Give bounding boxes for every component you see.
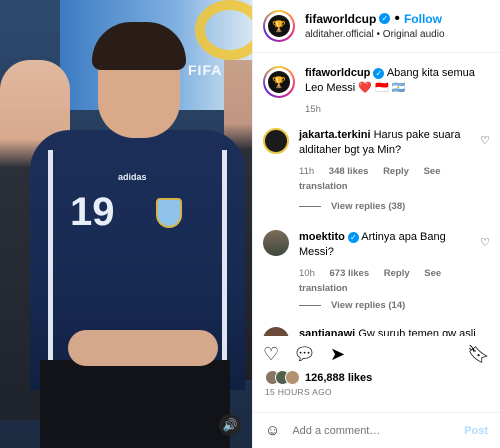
avatar <box>285 370 300 385</box>
brand-logo: adidas <box>118 172 147 182</box>
player-shorts <box>40 360 230 448</box>
avatar[interactable]: 🏆 <box>263 10 295 42</box>
likes-count[interactable]: 126,888 likes <box>305 372 372 384</box>
heart-icon[interactable]: ♡ <box>480 236 490 249</box>
bookmark-icon[interactable]: 🔖︎ <box>467 344 490 365</box>
post-side-panel: 🏆 fifaworldcup ✓ • Follow alditaher.officia… <box>252 0 500 448</box>
comment-username[interactable]: santianawi <box>299 328 355 336</box>
verified-icon: ✓ <box>379 12 391 24</box>
caption-username[interactable]: fifaworldcup <box>305 67 370 79</box>
comment-time: 10h <box>299 268 315 279</box>
avatar[interactable] <box>263 128 289 154</box>
comment-likes[interactable]: 673 likes <box>330 268 370 279</box>
comment-likes[interactable]: 348 likes <box>329 166 369 177</box>
comment-composer: ☺ Post <box>253 412 500 448</box>
comments-list[interactable]: 🏆 fifaworldcup ✓ Abang kita semua Leo Mes… <box>253 54 500 336</box>
player-hands <box>68 330 218 366</box>
heart-icon[interactable]: ♡ <box>480 134 490 147</box>
liker-avatars <box>265 370 300 385</box>
verified-icon: ✓ <box>373 67 385 79</box>
comment-icon[interactable]: 💬︎ <box>293 344 316 365</box>
jersey-stripe <box>48 150 53 360</box>
comment-item: moektito ✓ Artinya apa Bang Messi? 10h 67… <box>253 230 500 296</box>
avatar[interactable] <box>263 230 289 256</box>
action-bar: ♡ 💬︎ ➤ 🔖︎ <box>263 341 490 367</box>
post-timestamp: 15 HOURS AGO <box>265 387 332 397</box>
caption-time: 15h <box>305 104 321 115</box>
jersey-stripe <box>222 150 227 360</box>
comment-time: 11h <box>299 166 315 177</box>
view-replies-button[interactable]: View replies (38) <box>299 201 405 212</box>
instagram-post-view: FIFA 19 adidas 🔊 🏆 fifaworldcup ✓ • Follow … <box>0 0 500 448</box>
post-button[interactable]: Post <box>464 425 488 437</box>
see-translation-button[interactable]: See translation <box>299 166 440 192</box>
avatar[interactable] <box>263 327 289 336</box>
comment-text: Gw suruh temen gw asli <box>358 328 476 336</box>
team-crest <box>156 198 182 228</box>
banner-text: FIFA <box>188 62 223 78</box>
see-translation-button[interactable]: See translation <box>299 268 441 294</box>
post-video[interactable]: FIFA 19 adidas 🔊 <box>0 0 252 448</box>
audio-info[interactable]: alditaher.official • Original audio <box>305 27 445 42</box>
comment-username[interactable]: moektito <box>299 231 345 243</box>
comment-item: jakarta.terkini Harus pake suara alditah… <box>253 128 500 194</box>
view-replies-button[interactable]: View replies (14) <box>299 300 405 311</box>
comment-input[interactable] <box>292 424 453 437</box>
reply-button[interactable]: Reply <box>384 268 410 279</box>
heart-icon[interactable]: ♡ <box>263 344 279 365</box>
verified-icon: ✓ <box>347 231 359 243</box>
post-header: 🏆 fifaworldcup ✓ • Follow alditaher.officia… <box>253 0 500 53</box>
follow-button[interactable]: Follow <box>404 12 442 26</box>
post-username[interactable]: fifaworldcup <box>305 12 376 26</box>
share-icon[interactable]: ➤ <box>330 344 345 365</box>
view-replies-label: View replies (38) <box>331 201 406 212</box>
view-replies-label: View replies (14) <box>331 300 406 311</box>
speaker-icon[interactable]: 🔊 <box>219 414 241 436</box>
emoji-icon[interactable]: ☺ <box>265 422 280 439</box>
comment-username[interactable]: jakarta.terkini <box>299 129 371 141</box>
caption: 🏆 fifaworldcup ✓ Abang kita semua Leo Mes… <box>253 66 500 117</box>
avatar[interactable]: 🏆 <box>263 66 295 98</box>
comment-item: santianawi Gw suruh temen gw asli <box>253 327 500 336</box>
reply-button[interactable]: Reply <box>383 166 409 177</box>
jersey-number: 19 <box>70 190 115 234</box>
likes-summary: 126,888 likes <box>265 370 372 385</box>
